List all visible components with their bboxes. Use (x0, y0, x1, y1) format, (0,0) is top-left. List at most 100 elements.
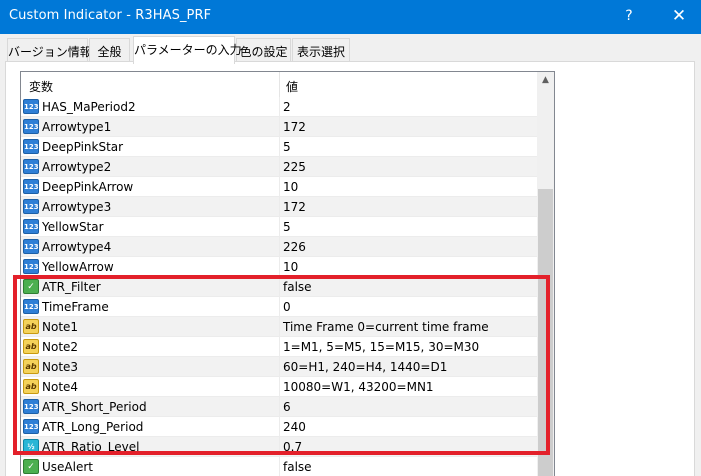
parameter-row[interactable]: 123 DeepPinkArrow 10 (21, 177, 537, 197)
integer-type-icon: 123 (23, 299, 39, 314)
column-divider[interactable] (279, 72, 280, 97)
close-button[interactable]: ✕ (664, 4, 694, 30)
tab-colors[interactable]: 色の設定 (236, 38, 291, 62)
parameter-name: Note1 (42, 320, 79, 334)
vertical-scrollbar[interactable]: ▲ (537, 72, 554, 476)
scroll-thumb[interactable] (538, 189, 553, 476)
parameter-value-cell[interactable]: 0.7 (279, 437, 537, 456)
parameter-row[interactable]: 123 ATR_Long_Period 240 (21, 417, 537, 437)
parameter-row[interactable]: 123 Arrowtype4 226 (21, 237, 537, 257)
boolean-type-icon: ✓ (23, 279, 39, 294)
parameter-value-cell[interactable]: 2 (279, 97, 537, 116)
parameter-row[interactable]: 123 Arrowtype3 172 (21, 197, 537, 217)
boolean-type-icon: ✓ (23, 459, 39, 474)
parameter-value[interactable]: 10 (283, 260, 298, 274)
tab-label: 表示選択 (296, 45, 345, 59)
integer-type-icon: 123 (23, 399, 39, 414)
parameter-name: YellowArrow (42, 260, 114, 274)
tab-label: パラメーターの入力 (134, 43, 242, 57)
parameter-name-cell: 123 YellowArrow (21, 257, 279, 276)
parameter-value-cell[interactable]: 5 (279, 137, 537, 156)
parameter-row[interactable]: ✓ UseAlert false (21, 457, 537, 476)
column-header-variable[interactable]: 変数 (29, 78, 53, 95)
integer-type-icon: 123 (23, 219, 39, 234)
parameter-value-cell[interactable]: 0 (279, 297, 537, 316)
parameter-name: Note3 (42, 360, 79, 374)
parameter-value[interactable]: 225 (283, 160, 306, 174)
integer-type-icon: 123 (23, 159, 39, 174)
parameter-value-cell[interactable]: 172 (279, 197, 537, 216)
parameter-value[interactable]: 0.7 (283, 440, 302, 454)
parameter-value-cell[interactable]: 240 (279, 417, 537, 436)
parameter-row[interactable]: ab Note2 1=M1, 5=M5, 15=M15, 30=M30 (21, 337, 537, 357)
tab-general[interactable]: 全般 (89, 38, 130, 62)
integer-type-icon: 123 (23, 419, 39, 434)
parameter-name: Arrowtype4 (42, 240, 112, 254)
parameter-value[interactable]: 5 (283, 140, 291, 154)
help-button[interactable]: ? (617, 5, 641, 29)
parameter-value-cell[interactable]: 10 (279, 257, 537, 276)
parameter-row[interactable]: 123 DeepPinkStar 5 (21, 137, 537, 157)
parameter-row[interactable]: 123 HAS_MaPeriod2 2 (21, 97, 537, 117)
parameter-name: Note4 (42, 380, 79, 394)
parameter-value[interactable]: 240 (283, 420, 306, 434)
parameter-value-cell[interactable]: 60=H1, 240=H4, 1440=D1 (279, 357, 537, 376)
parameter-value[interactable]: 10 (283, 180, 298, 194)
parameter-row[interactable]: 123 Arrowtype2 225 (21, 157, 537, 177)
parameter-name-cell: 123 ATR_Short_Period (21, 397, 279, 416)
parameter-row[interactable]: ½ ATR_Ratio_Level 0.7 (21, 437, 537, 457)
parameter-value[interactable]: 6 (283, 400, 291, 414)
parameter-value[interactable]: 1=M1, 5=M5, 15=M15, 30=M30 (283, 340, 479, 354)
parameter-value-cell[interactable]: Time Frame 0=current time frame (279, 317, 537, 336)
parameter-value-cell[interactable]: 10080=W1, 43200=MN1 (279, 377, 537, 396)
parameter-row[interactable]: ab Note4 10080=W1, 43200=MN1 (21, 377, 537, 397)
parameters-grid: 変数 値 123 HAS_MaPeriod2 2 123 Arrowtype1 172 12… (20, 71, 555, 476)
parameter-name: DeepPinkArrow (42, 180, 134, 194)
parameter-value[interactable]: 60=H1, 240=H4, 1440=D1 (283, 360, 447, 374)
grid-header: 変数 値 (21, 72, 537, 97)
parameter-value[interactable]: false (283, 280, 312, 294)
parameter-name-cell: 123 HAS_MaPeriod2 (21, 97, 279, 116)
parameter-name-cell: ✓ UseAlert (21, 457, 279, 476)
parameter-row[interactable]: ab Note1 Time Frame 0=current time frame (21, 317, 537, 337)
parameter-value-cell[interactable]: 225 (279, 157, 537, 176)
integer-type-icon: 123 (23, 239, 39, 254)
parameter-name-cell: 123 Arrowtype2 (21, 157, 279, 176)
parameter-value[interactable]: 5 (283, 220, 291, 234)
tab-visualization[interactable]: 表示選択 (292, 38, 350, 62)
scroll-up-arrow-icon[interactable]: ▲ (537, 72, 554, 89)
parameter-value-cell[interactable]: false (279, 457, 537, 476)
parameter-name: Arrowtype1 (42, 120, 112, 134)
parameter-value[interactable]: 226 (283, 240, 306, 254)
parameter-row[interactable]: 123 YellowStar 5 (21, 217, 537, 237)
parameter-value[interactable]: 0 (283, 300, 291, 314)
parameter-row[interactable]: ab Note3 60=H1, 240=H4, 1440=D1 (21, 357, 537, 377)
parameter-value-cell[interactable]: 5 (279, 217, 537, 236)
parameter-name: DeepPinkStar (42, 140, 124, 154)
parameter-name-cell: 123 DeepPinkArrow (21, 177, 279, 196)
parameter-value[interactable]: 2 (283, 100, 291, 114)
string-type-icon: ab (23, 359, 39, 374)
parameter-value-cell[interactable]: 172 (279, 117, 537, 136)
parameter-row[interactable]: 123 YellowArrow 10 (21, 257, 537, 277)
parameter-name: HAS_MaPeriod2 (42, 100, 136, 114)
parameter-row[interactable]: 123 Arrowtype1 172 (21, 117, 537, 137)
parameter-value-cell[interactable]: 226 (279, 237, 537, 256)
column-header-value[interactable]: 値 (286, 78, 298, 95)
parameter-value-cell[interactable]: false (279, 277, 537, 296)
parameter-row[interactable]: ✓ ATR_Filter false (21, 277, 537, 297)
parameter-value[interactable]: Time Frame 0=current time frame (283, 320, 489, 334)
tab-label: バージョン情報 (8, 45, 92, 59)
parameter-value-cell[interactable]: 1=M1, 5=M5, 15=M15, 30=M30 (279, 337, 537, 356)
parameter-value[interactable]: 172 (283, 200, 306, 214)
tab-version-info[interactable]: バージョン情報 (7, 38, 92, 62)
parameter-row[interactable]: 123 TimeFrame 0 (21, 297, 537, 317)
parameter-value[interactable]: 10080=W1, 43200=MN1 (283, 380, 434, 394)
parameter-value[interactable]: 172 (283, 120, 306, 134)
parameter-value-cell[interactable]: 10 (279, 177, 537, 196)
parameter-value-cell[interactable]: 6 (279, 397, 537, 416)
parameter-name: ATR_Short_Period (42, 400, 147, 414)
tab-parameters[interactable]: パラメーターの入力 (133, 36, 242, 64)
parameter-row[interactable]: 123 ATR_Short_Period 6 (21, 397, 537, 417)
parameter-value[interactable]: false (283, 460, 312, 474)
